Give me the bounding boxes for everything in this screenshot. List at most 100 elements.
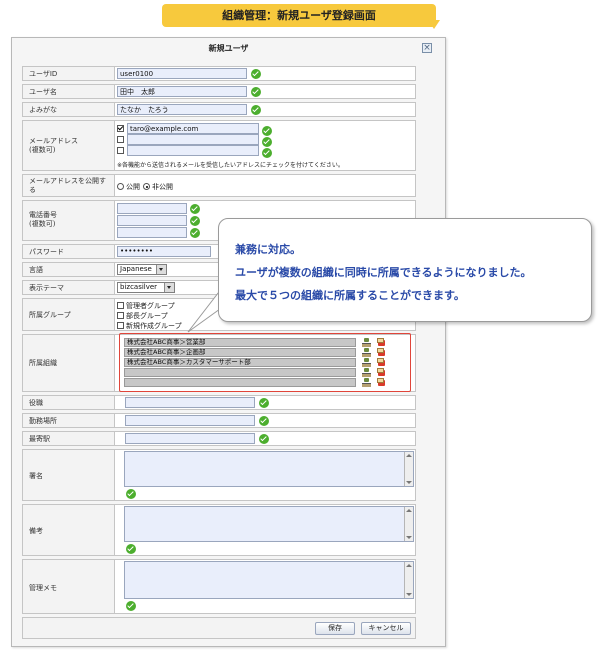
valid-check-icon — [259, 398, 269, 408]
callout-line-3: 最大で５つの組織に所属することができます。 — [235, 289, 465, 302]
valid-check-icon — [251, 87, 261, 97]
valid-check-icon — [259, 434, 269, 444]
dialog-footer: 保存 キャンセル — [22, 617, 416, 639]
page-banner: 組織管理：新規ユーザ登録画面 — [162, 4, 436, 27]
save-button[interactable]: 保存 — [315, 622, 355, 635]
valid-check-icon — [190, 204, 200, 214]
scrollbar[interactable] — [404, 452, 413, 486]
furigana-input[interactable] — [117, 104, 247, 115]
row-email: メールアドレス (複数可) ※各機能から送信されるメールを受信したいアドレスにチ… — [22, 120, 416, 171]
label-phone: 電話番号 (複数可) — [29, 211, 57, 228]
org-tree-icon[interactable] — [362, 338, 371, 347]
valid-check-icon — [126, 489, 136, 499]
group-item-1: 管理者グループ — [126, 302, 175, 310]
organization-field-5[interactable] — [124, 378, 356, 387]
callout-line-1: 兼務に対応。 — [235, 243, 301, 256]
email-public-radio[interactable] — [117, 183, 124, 190]
label-email-public: メールアドレスを公開する — [29, 177, 106, 194]
row-position: 役職 — [22, 395, 416, 410]
delete-icon[interactable] — [377, 378, 386, 387]
label-position: 役職 — [29, 399, 43, 407]
phone-input-3[interactable] — [117, 227, 187, 238]
org-tree-icon[interactable] — [362, 368, 371, 377]
delete-icon[interactable] — [377, 348, 386, 357]
workplace-input[interactable] — [125, 415, 255, 426]
label-user-id: ユーザID — [29, 70, 58, 78]
email-receive-checkbox-1[interactable] — [117, 125, 124, 132]
label-email: メールアドレス (複数可) — [29, 137, 78, 154]
chevron-down-icon — [164, 283, 174, 292]
label-remarks: 備考 — [29, 527, 43, 535]
organization-field-1[interactable]: 株式会社ABC商事＞営業部 — [124, 338, 356, 347]
phone-input-2[interactable] — [117, 215, 187, 226]
admin-memo-textarea[interactable] — [124, 561, 414, 599]
valid-check-icon — [190, 216, 200, 226]
scrollbar[interactable] — [404, 507, 413, 541]
email-private-label: 非公開 — [152, 183, 173, 191]
valid-check-icon — [251, 69, 261, 79]
organization-field-4[interactable] — [124, 368, 356, 377]
dialog-header: 新規ユーザ × — [12, 38, 445, 56]
label-organization: 所属組織 — [29, 359, 57, 367]
signature-textarea[interactable] — [124, 451, 414, 487]
valid-check-icon — [126, 601, 136, 611]
label-language: 言語 — [29, 266, 43, 274]
row-user-name: ユーザ名 — [22, 84, 416, 99]
label-nearest-station: 最寄駅 — [29, 435, 50, 443]
group-checkbox-1[interactable] — [117, 302, 124, 309]
language-select[interactable]: Japanese — [117, 264, 167, 275]
valid-check-icon — [126, 544, 136, 554]
email-private-radio[interactable] — [143, 183, 150, 190]
label-theme: 表示テーマ — [29, 284, 64, 292]
valid-check-icon — [262, 148, 272, 158]
organization-field-3[interactable]: 株式会社ABC商事＞カスタマーサポート部 — [124, 358, 356, 367]
close-icon[interactable]: × — [422, 43, 432, 53]
label-password: パスワード — [29, 248, 64, 256]
chevron-down-icon — [156, 265, 166, 274]
nearest-station-input[interactable] — [125, 433, 255, 444]
label-signature: 署名 — [29, 472, 43, 480]
organization-field-2[interactable]: 株式会社ABC商事＞企画部 — [124, 348, 356, 357]
valid-check-icon — [262, 137, 272, 147]
valid-check-icon — [262, 126, 272, 136]
email-input-1[interactable] — [127, 123, 259, 134]
label-group: 所属グループ — [29, 311, 71, 319]
email-input-2[interactable] — [127, 134, 259, 145]
scrollbar[interactable] — [404, 562, 413, 598]
language-value: Japanese — [120, 265, 152, 273]
valid-check-icon — [190, 228, 200, 238]
email-input-3[interactable] — [127, 145, 259, 156]
email-note: ※各機能から送信されるメールを受信したいアドレスにチェックを付けてください。 — [117, 162, 344, 169]
org-tree-icon[interactable] — [362, 348, 371, 357]
row-furigana: よみがな — [22, 102, 416, 117]
row-workplace: 勤務場所 — [22, 413, 416, 428]
group-item-3: 新規作成グループ — [126, 322, 182, 330]
banner-pointer — [428, 20, 440, 29]
user-id-input[interactable] — [117, 68, 247, 79]
theme-select[interactable]: bizcasilver — [117, 282, 175, 293]
email-receive-checkbox-3[interactable] — [117, 147, 124, 154]
user-name-input[interactable] — [117, 86, 247, 97]
email-receive-checkbox-2[interactable] — [117, 136, 124, 143]
group-item-2: 部長グループ — [126, 312, 168, 320]
email-public-label: 公開 — [126, 183, 140, 191]
callout-line-2: ユーザが複数の組織に同時に所属できるようになりました。 — [235, 266, 532, 279]
feature-callout: 兼務に対応。 ユーザが複数の組織に同時に所属できるようになりました。 最大で５つ… — [218, 218, 592, 322]
delete-icon[interactable] — [377, 338, 386, 347]
org-tree-icon[interactable] — [362, 358, 371, 367]
label-workplace: 勤務場所 — [29, 417, 57, 425]
group-checkbox-2[interactable] — [117, 312, 124, 319]
label-admin-memo: 管理メモ — [29, 584, 57, 592]
delete-icon[interactable] — [377, 358, 386, 367]
remarks-textarea[interactable] — [124, 506, 414, 542]
phone-input-1[interactable] — [117, 203, 187, 214]
position-input[interactable] — [125, 397, 255, 408]
cancel-button[interactable]: キャンセル — [361, 622, 411, 635]
valid-check-icon — [251, 105, 261, 115]
org-tree-icon[interactable] — [362, 378, 371, 387]
password-input[interactable]: •••••••• — [117, 246, 211, 257]
valid-check-icon — [259, 416, 269, 426]
delete-icon[interactable] — [377, 368, 386, 377]
label-furigana: よみがな — [29, 106, 57, 114]
group-checkbox-3[interactable] — [117, 322, 124, 329]
